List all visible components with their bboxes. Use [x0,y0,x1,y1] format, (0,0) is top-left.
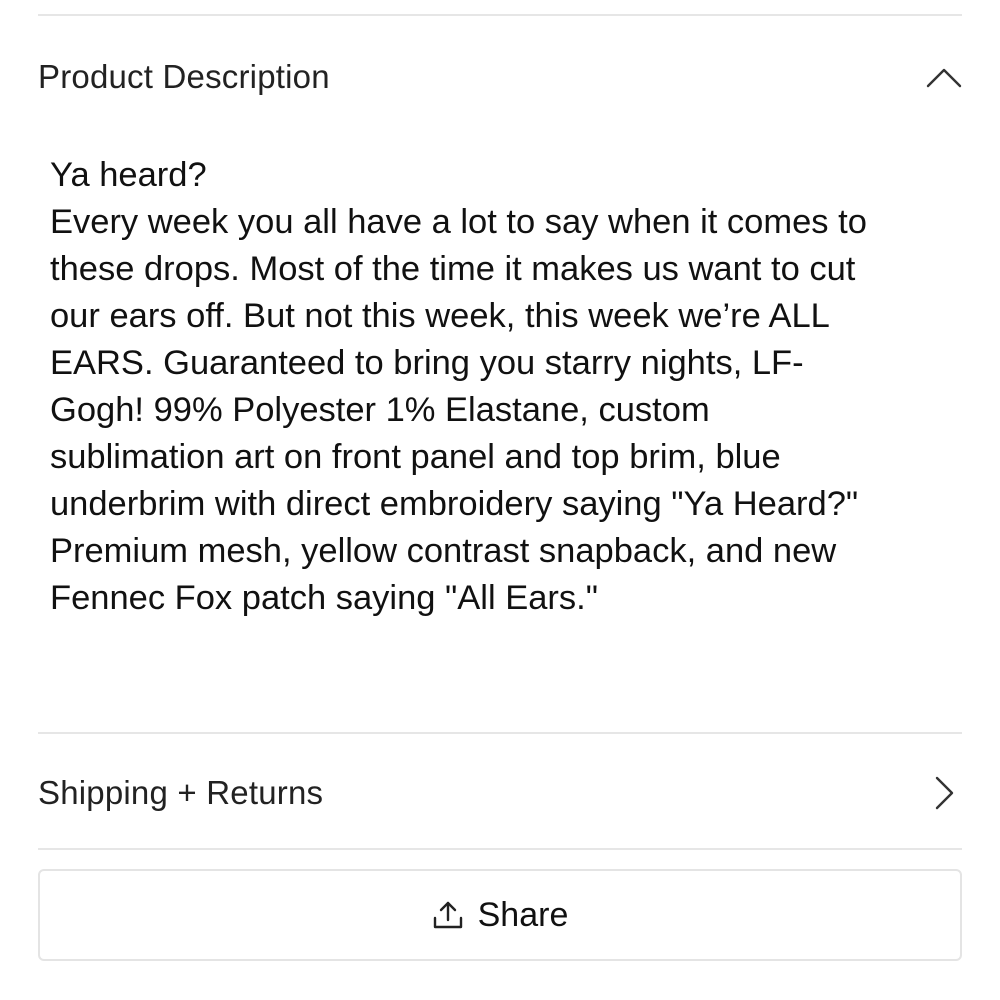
description-line: Ya heard? [50,156,207,194]
product-details-page: Product Description Ya heard? Every week… [0,0,1000,1000]
description-line: underbrim with direct embroidery saying … [50,485,859,523]
description-line: Every week you all have a lot to say whe… [50,203,867,241]
share-button-label: Share [477,895,569,934]
shipping-returns-header[interactable]: Shipping + Returns [38,768,962,818]
bottom-divider [38,848,962,850]
description-line: Fennec Fox patch saying "All Ears." [50,579,598,617]
shipping-returns-title: Shipping + Returns [38,774,324,811]
top-divider [38,14,962,16]
description-line: Premium mesh, yellow contrast snapback, … [50,532,837,570]
product-description-body: Ya heard? Every week you all have a lot … [50,152,962,622]
product-description-header[interactable]: Product Description [38,52,962,102]
description-line: these drops. Most of the time it makes u… [50,250,856,288]
description-line: Gogh! 99% Polyester 1% Elastane, custom [50,391,710,429]
chevron-up-icon[interactable] [926,59,962,95]
product-description-title: Product Description [38,58,330,95]
description-line: our ears off. But not this week, this we… [50,297,830,335]
section-divider [38,732,962,734]
share-button[interactable]: Share [38,869,962,961]
share-icon [432,899,464,931]
chevron-right-icon[interactable] [926,775,962,811]
description-line: sublimation art on front panel and top b… [50,438,781,476]
description-line: EARS. Guaranteed to bring you starry nig… [50,344,804,382]
